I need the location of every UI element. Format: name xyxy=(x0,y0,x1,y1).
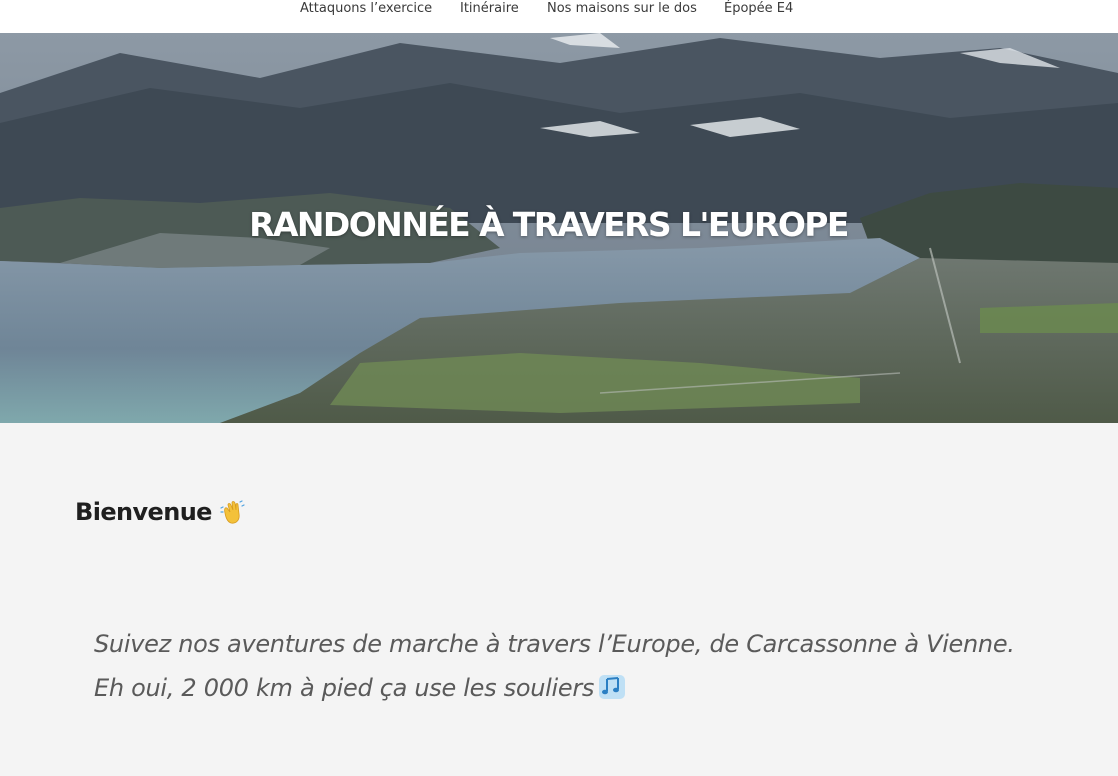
hero-banner: RANDONNÉE À TRAVERS L'EUROPE xyxy=(0,33,1118,423)
intro-text: Suivez nos aventures de marche à travers… xyxy=(94,630,1015,702)
nav-link-attaquons-exercice[interactable]: Attaquons l’exercice xyxy=(300,0,432,18)
intro-paragraph: Suivez nos aventures de marche à travers… xyxy=(94,622,1024,710)
musical-notes-icon xyxy=(598,670,626,699)
nav-link-itineraire[interactable]: Itinéraire xyxy=(460,0,519,18)
nav-link-nos-maisons[interactable]: Nos maisons sur le dos xyxy=(547,0,697,18)
waving-hand-icon xyxy=(219,499,245,525)
nav-link-epopee-e4[interactable]: Épopée E4 xyxy=(724,0,793,18)
welcome-heading: Bienvenue xyxy=(75,498,245,526)
top-navigation: Attaquons l’exercice Itinéraire Nos mais… xyxy=(0,0,1118,33)
hero-title: RANDONNÉE À TRAVERS L'EUROPE xyxy=(249,205,849,244)
welcome-heading-text: Bienvenue xyxy=(75,498,212,526)
